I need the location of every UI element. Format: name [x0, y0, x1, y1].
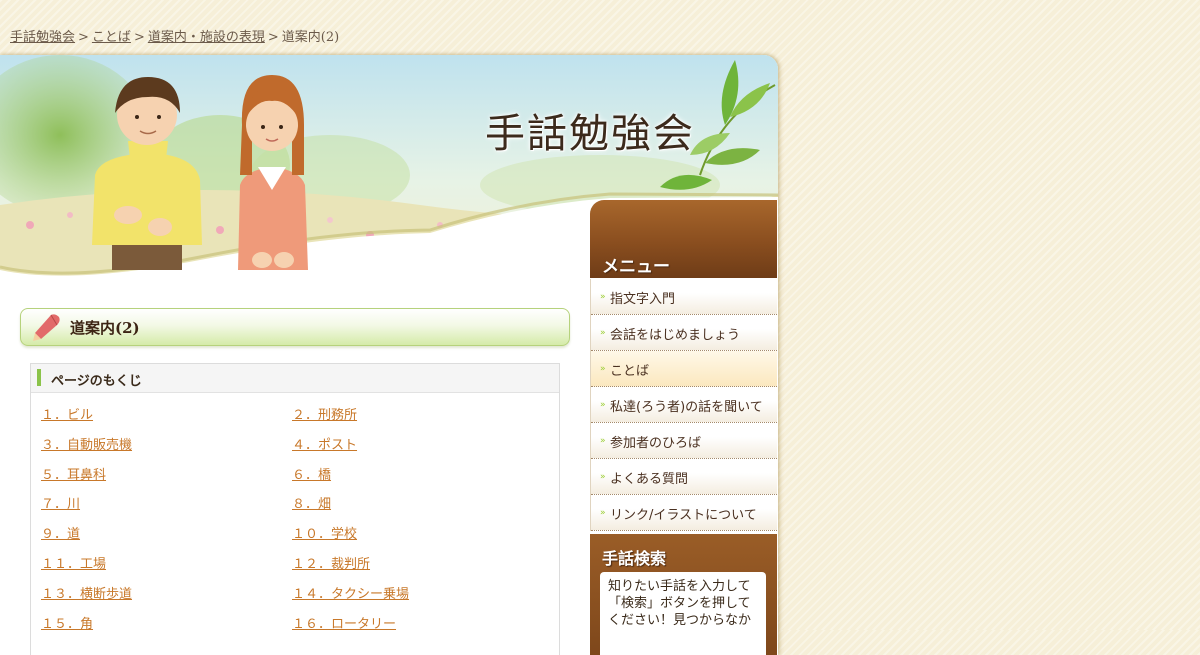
- menu-header: メニュー: [590, 200, 777, 278]
- menu-item-label: 私達(ろう者)の話を聞いて: [610, 400, 763, 415]
- menu-item-label: 指文字入門: [610, 292, 676, 307]
- menu-item[interactable]: » よくある質問: [591, 459, 777, 495]
- toc-link[interactable]: １２．裁判所: [292, 553, 370, 572]
- page-title: 道案内(2): [70, 319, 140, 337]
- search-title: 手話検索: [602, 549, 667, 568]
- menu-item-label: 会話をはじめましょう: [610, 328, 741, 343]
- menu-item-label: リンク/イラストについて: [610, 508, 757, 523]
- breadcrumb-current: 道案内(2): [281, 30, 340, 45]
- breadcrumb-separator: >: [267, 30, 279, 45]
- menu-item[interactable]: » 指文字入門: [591, 279, 777, 315]
- breadcrumb-link-michiannai[interactable]: 道案内・施設の表現: [148, 30, 265, 45]
- chevron-right-icon: »: [600, 328, 606, 338]
- menu-item[interactable]: » リンク/イラストについて: [591, 495, 777, 531]
- menu-title: メニュー: [602, 257, 670, 277]
- menu-item[interactable]: » ことば: [591, 351, 777, 387]
- toc-link[interactable]: ３．自動販売機: [41, 434, 132, 453]
- page-toc: ページのもくじ １．ビル ２．刑務所 ３．自動販売機 ４．ポスト ５．耳鼻科 ６．橋 ７．川…: [30, 363, 560, 655]
- breadcrumb-link-home[interactable]: 手話勉強会: [10, 30, 75, 45]
- toc-link[interactable]: １５．角: [41, 613, 93, 632]
- menu-item[interactable]: » 参加者のひろば: [591, 423, 777, 459]
- chevron-right-icon: »: [600, 292, 606, 302]
- toc-link[interactable]: ８．畑: [292, 493, 331, 512]
- toc-link[interactable]: １６．ロータリー: [292, 613, 396, 632]
- menu-item[interactable]: » 会話をはじめましょう: [591, 315, 777, 351]
- search-panel: 手話検索 知りたい手話を入力して「検索」ボタンを押してください！見つからなか: [590, 534, 777, 655]
- toc-link[interactable]: ４．ポスト: [292, 434, 357, 453]
- breadcrumb-separator: >: [133, 30, 145, 45]
- menu-list: » 指文字入門 » 会話をはじめましょう » ことば » 私達(ろう者)の話を聞いて » 参加者の…: [590, 279, 777, 531]
- toc-link[interactable]: １０．学校: [292, 523, 357, 542]
- toc-link[interactable]: １１．工場: [41, 553, 106, 572]
- menu-item-label: 参加者のひろば: [610, 436, 702, 451]
- breadcrumb-link-kotoba[interactable]: ことば: [92, 30, 131, 45]
- toc-link[interactable]: ２．刑務所: [292, 404, 357, 423]
- search-description: 知りたい手話を入力して「検索」ボタンを押してください！見つからなか: [600, 572, 766, 655]
- toc-link[interactable]: １４．タクシー乗場: [292, 583, 409, 602]
- toc-link[interactable]: １３．横断歩道: [41, 583, 132, 602]
- chevron-right-icon: »: [600, 436, 606, 446]
- breadcrumb: 手話勉強会 > ことば > 道案内・施設の表現 > 道案内(2): [10, 26, 339, 45]
- toc-link[interactable]: ５．耳鼻科: [41, 464, 106, 483]
- chevron-right-icon: »: [600, 472, 606, 482]
- toc-link[interactable]: ６．橋: [292, 464, 331, 483]
- menu-item-label: ことば: [610, 364, 650, 379]
- toc-link[interactable]: １．ビル: [41, 404, 93, 423]
- pencil-icon: [33, 314, 60, 341]
- chevron-right-icon: »: [600, 364, 606, 374]
- menu-item[interactable]: » 私達(ろう者)の話を聞いて: [591, 387, 777, 423]
- chevron-right-icon: »: [600, 508, 606, 518]
- page-heading-bar: 道案内(2): [20, 308, 570, 346]
- girl-illustration: [238, 75, 308, 270]
- toc-accent-bar: [37, 369, 41, 386]
- breadcrumb-separator: >: [78, 30, 89, 45]
- menu-item-label: よくある質問: [610, 472, 689, 487]
- site-title: 手話勉強会: [485, 111, 695, 157]
- toc-link[interactable]: ７．川: [41, 493, 80, 512]
- toc-title: ページのもくじ: [51, 374, 142, 389]
- chevron-right-icon: »: [600, 400, 606, 410]
- toc-header: ページのもくじ: [31, 364, 559, 393]
- toc-link[interactable]: ９．道: [41, 523, 80, 542]
- page-frame: 手話勉強会 道案内(2) ページのもくじ １．ビル ２．刑務所 ３．自動販売機 ４．ポ…: [0, 55, 778, 655]
